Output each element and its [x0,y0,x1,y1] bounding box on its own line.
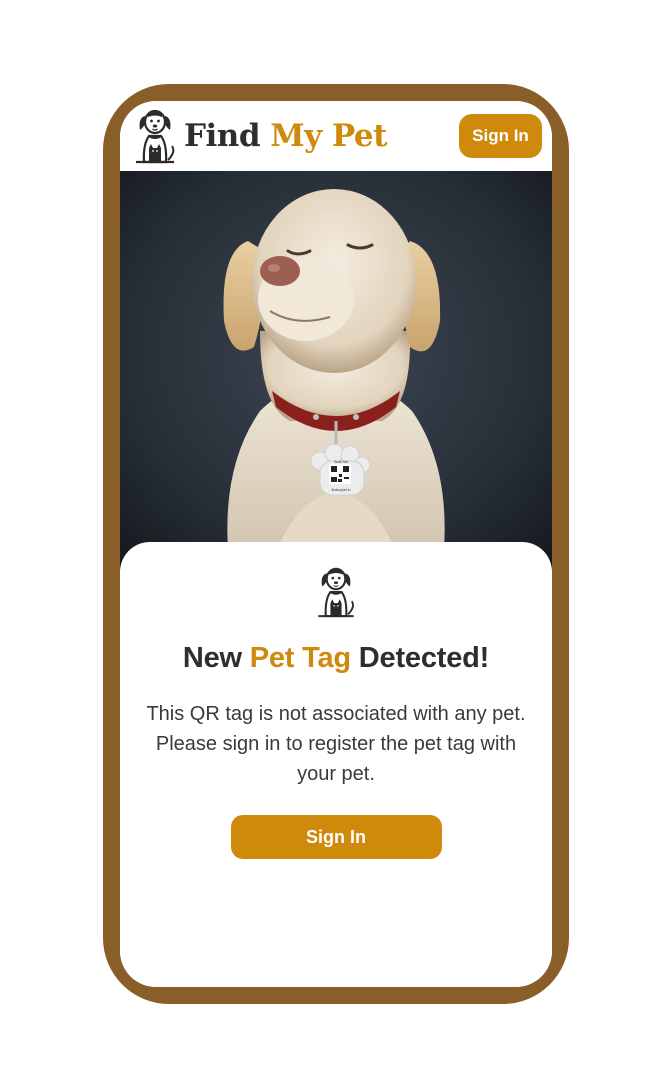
app-header: Find My Pet Sign In [120,101,552,171]
tag-url-text: findmypet.io [332,488,351,492]
tag-detected-card: New Pet Tag Detected! This QR tag is not… [120,542,552,987]
hero-dog-photo: Scan Me findmypet.io [120,171,552,571]
phone-screen: Find My Pet Sign In Scan Me findmypet.io… [120,101,552,987]
tag-message: This QR tag is not associated with any p… [146,703,526,785]
tag-scan-me-text: Scan Me [334,460,348,464]
phone-frame: Find My Pet Sign In Scan Me findmypet.io… [103,84,569,1004]
header-sign-in-button[interactable]: Sign In [459,114,542,158]
sign-in-button[interactable]: Sign In [230,815,442,859]
dog-cat-logo-icon [318,567,354,618]
brand-name: Find My Pet [184,117,387,154]
brand-accent: My Pet [270,117,387,154]
brand-find: Find [184,117,261,154]
page-title: New Pet Tag Detected! [120,642,552,675]
dog-cat-logo-icon [136,109,175,164]
headline-part1: New [182,642,250,674]
headline-accent: Pet Tag [249,642,351,674]
headline-part2: Detected! [350,642,490,674]
brand[interactable]: Find My Pet [132,108,387,164]
labrador-photo: Scan Me findmypet.io [120,171,552,571]
